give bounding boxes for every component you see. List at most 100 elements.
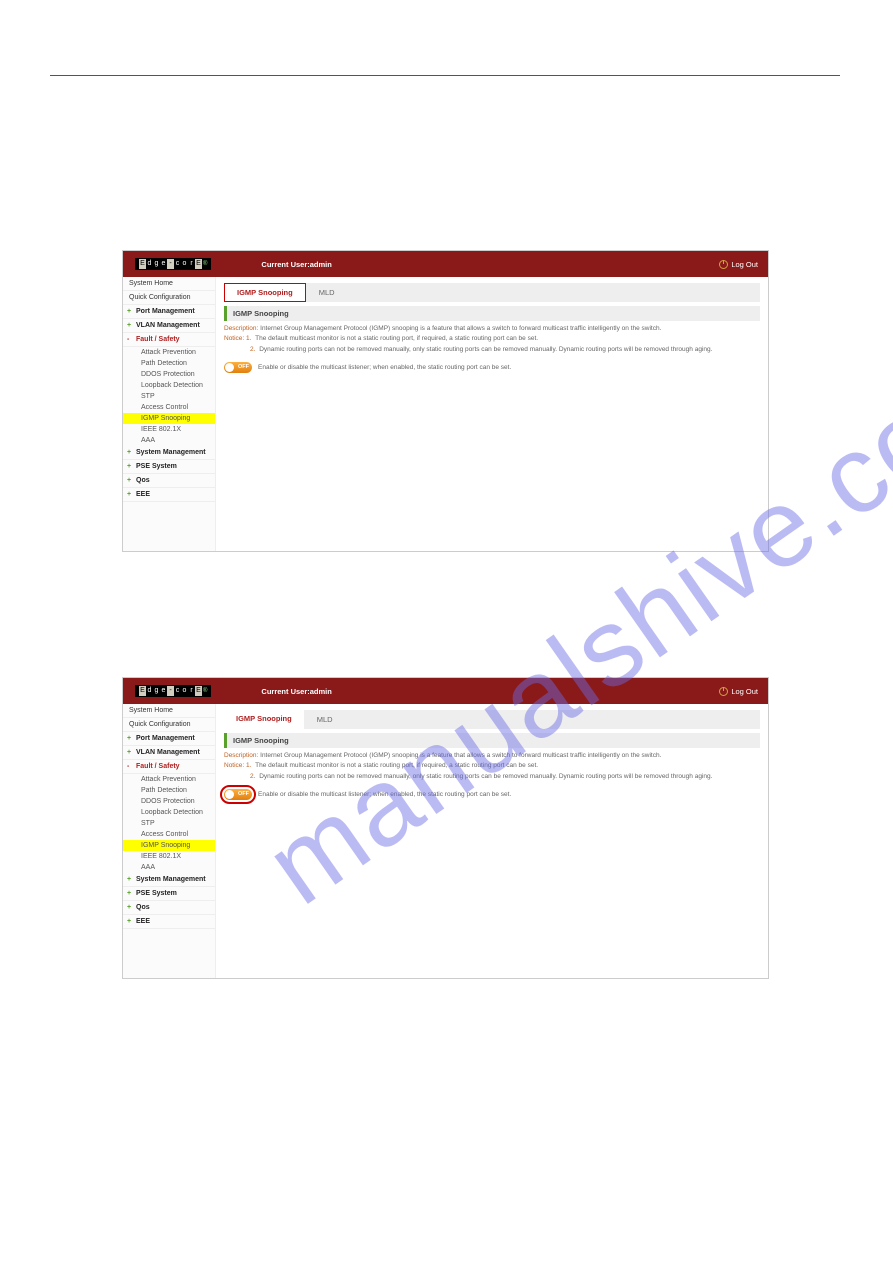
tab-mld[interactable]: MLD xyxy=(306,283,348,302)
sidebar-item-qos[interactable]: +Qos xyxy=(123,901,215,915)
sidebar-item-fault-safety[interactable]: -Fault / Safety xyxy=(123,333,215,347)
sidebar-item-label: Port Management xyxy=(136,735,195,742)
sidebar-item-system-home[interactable]: System Home xyxy=(123,704,215,718)
description-label: Description: xyxy=(224,325,258,332)
logo-reg-icon: ® xyxy=(203,688,207,694)
sidebar-item-quick-config[interactable]: Quick Configuration xyxy=(123,291,215,305)
sidebar-item-system-management[interactable]: +System Management xyxy=(123,873,215,887)
sidebar-item-label: Quick Configuration xyxy=(129,294,190,301)
expand-plus-icon: + xyxy=(127,918,131,925)
sidebar-item-loopback-detection[interactable]: Loopback Detection xyxy=(123,807,215,818)
panel-title: IGMP Snooping xyxy=(224,733,760,748)
sidebar-item-ddos-protection[interactable]: DDOS Protection xyxy=(123,796,215,807)
sidebar-item-pse-system[interactable]: +PSE System xyxy=(123,887,215,901)
expand-plus-icon: + xyxy=(127,449,131,456)
description-row: Description: Internet Group Management P… xyxy=(224,752,760,760)
sidebar-item-label: System Home xyxy=(129,280,173,287)
sidebar-item-port-management[interactable]: +Port Management xyxy=(123,732,215,746)
notice-row-2: 2. Dynamic routing ports can not be remo… xyxy=(224,346,760,354)
sidebar-item-access-control[interactable]: Access Control xyxy=(123,829,215,840)
description-label: Description: xyxy=(224,752,258,759)
sidebar-item-label: DDOS Protection xyxy=(141,798,195,805)
sidebar-item-loopback-detection[interactable]: Loopback Detection xyxy=(123,380,215,391)
multicast-toggle[interactable]: OFF xyxy=(224,362,252,373)
sidebar-item-aaa[interactable]: AAA xyxy=(123,862,215,873)
tab-igmp-snooping[interactable]: IGMP Snooping xyxy=(224,710,304,729)
tab-mld[interactable]: MLD xyxy=(304,710,346,729)
sidebar-item-fault-safety[interactable]: -Fault / Safety xyxy=(123,760,215,774)
sidebar-item-ieee-8021x[interactable]: IEEE 802.1X xyxy=(123,424,215,435)
sidebar-item-qos[interactable]: +Qos xyxy=(123,474,215,488)
notice-1-text: The default multicast monitor is not a s… xyxy=(255,335,538,342)
logout-link[interactable]: Log Out xyxy=(719,687,758,696)
sidebar-item-eee[interactable]: +EEE xyxy=(123,488,215,502)
app-topbar: E d g e - c o r E ® Current User:admin L… xyxy=(123,678,768,704)
current-user-text: Current User:admin xyxy=(211,687,719,696)
sidebar-item-label: Qos xyxy=(136,477,150,484)
sidebar-item-attack-prevention[interactable]: Attack Prevention xyxy=(123,347,215,358)
sidebar-item-igmp-snooping[interactable]: IGMP Snooping xyxy=(123,413,215,424)
logo-letter: r xyxy=(188,686,195,696)
sidebar-item-label: EEE xyxy=(136,918,150,925)
notice-label: Notice: xyxy=(224,335,244,342)
sidebar-item-label: Loopback Detection xyxy=(141,809,203,816)
sidebar-item-label: AAA xyxy=(141,437,155,444)
notice-2-text: Dynamic routing ports can not be removed… xyxy=(259,773,712,780)
sidebar-item-label: VLAN Management xyxy=(136,322,200,329)
sidebar-item-system-management[interactable]: +System Management xyxy=(123,446,215,460)
sidebar-item-eee[interactable]: + EEE xyxy=(123,915,215,929)
tab-igmp-snooping[interactable]: IGMP Snooping xyxy=(225,284,305,301)
sidebar-item-system-home[interactable]: System Home xyxy=(123,277,215,291)
logout-label: Log Out xyxy=(731,687,758,696)
sidebar-item-ieee-8021x[interactable]: IEEE 802.1X xyxy=(123,851,215,862)
expand-plus-icon: + xyxy=(127,876,131,883)
logo-letter: c xyxy=(174,686,181,696)
power-icon xyxy=(719,687,728,696)
sidebar-item-vlan-management[interactable]: +VLAN Management xyxy=(123,746,215,760)
sidebar-item-path-detection[interactable]: Path Detection xyxy=(123,358,215,369)
sidebar-item-vlan-management[interactable]: + VLAN Management xyxy=(123,319,215,333)
sidebar-item-label: VLAN Management xyxy=(136,749,200,756)
sidebar-item-stp[interactable]: STP xyxy=(123,818,215,829)
expand-plus-icon: + xyxy=(127,322,131,329)
logo-letter: o xyxy=(181,686,188,696)
toggle-help-text: Enable or disable the multicast listener… xyxy=(258,791,511,798)
toggle-row: OFF Enable or disable the multicast list… xyxy=(224,789,760,800)
expand-plus-icon: + xyxy=(127,890,131,897)
sidebar-item-pse-system[interactable]: + PSE System xyxy=(123,460,215,474)
logout-link[interactable]: Log Out xyxy=(719,260,758,269)
sidebar-item-path-detection[interactable]: Path Detection xyxy=(123,785,215,796)
sidebar-item-label: Path Detection xyxy=(141,787,187,794)
sidebar-item-aaa[interactable]: AAA xyxy=(123,435,215,446)
expand-plus-icon: + xyxy=(127,463,131,470)
sidebar-item-label: Fault / Safety xyxy=(136,763,180,770)
notice-row-1: Notice: 1. The default multicast monitor… xyxy=(224,335,760,343)
sidebar-item-access-control[interactable]: Access Control xyxy=(123,402,215,413)
sidebar-item-label: Quick Configuration xyxy=(129,721,190,728)
logo-letter: r xyxy=(188,259,195,269)
sidebar-item-attack-prevention[interactable]: Attack Prevention xyxy=(123,774,215,785)
sidebar-item-stp[interactable]: STP xyxy=(123,391,215,402)
sidebar-item-igmp-snooping[interactable]: IGMP Snooping xyxy=(123,840,215,851)
tab-label: IGMP Snooping xyxy=(236,714,292,723)
page-top-rule xyxy=(50,75,840,76)
logo-letter: g xyxy=(153,259,160,269)
sidebar-item-port-management[interactable]: +Port Management xyxy=(123,305,215,319)
notice-row-1: Notice: 1. The default multicast monitor… xyxy=(224,762,760,770)
notice-label: Notice: xyxy=(224,762,244,769)
main-panel: IGMP Snooping MLD IGMP Snooping Descript… xyxy=(216,704,768,978)
power-icon xyxy=(719,260,728,269)
expand-plus-icon: + xyxy=(127,491,131,498)
toggle-help-text: Enable or disable the multicast listener… xyxy=(258,364,511,371)
multicast-toggle[interactable]: OFF xyxy=(224,789,252,800)
sidebar-item-label: PSE System xyxy=(136,463,177,470)
tab-label: IGMP Snooping xyxy=(237,288,293,297)
sidebar-item-label: DDOS Protection xyxy=(141,371,195,378)
description-text: Internet Group Management Protocol (IGMP… xyxy=(260,325,661,332)
sidebar-item-quick-config[interactable]: Quick Configuration xyxy=(123,718,215,732)
sidebar: System Home Quick Configuration +Port Ma… xyxy=(123,277,216,551)
sidebar-item-ddos-protection[interactable]: DDOS Protection xyxy=(123,369,215,380)
logo-letter: o xyxy=(181,259,188,269)
description-row: Description: Internet Group Management P… xyxy=(224,325,760,333)
current-user-text: Current User:admin xyxy=(211,260,719,269)
